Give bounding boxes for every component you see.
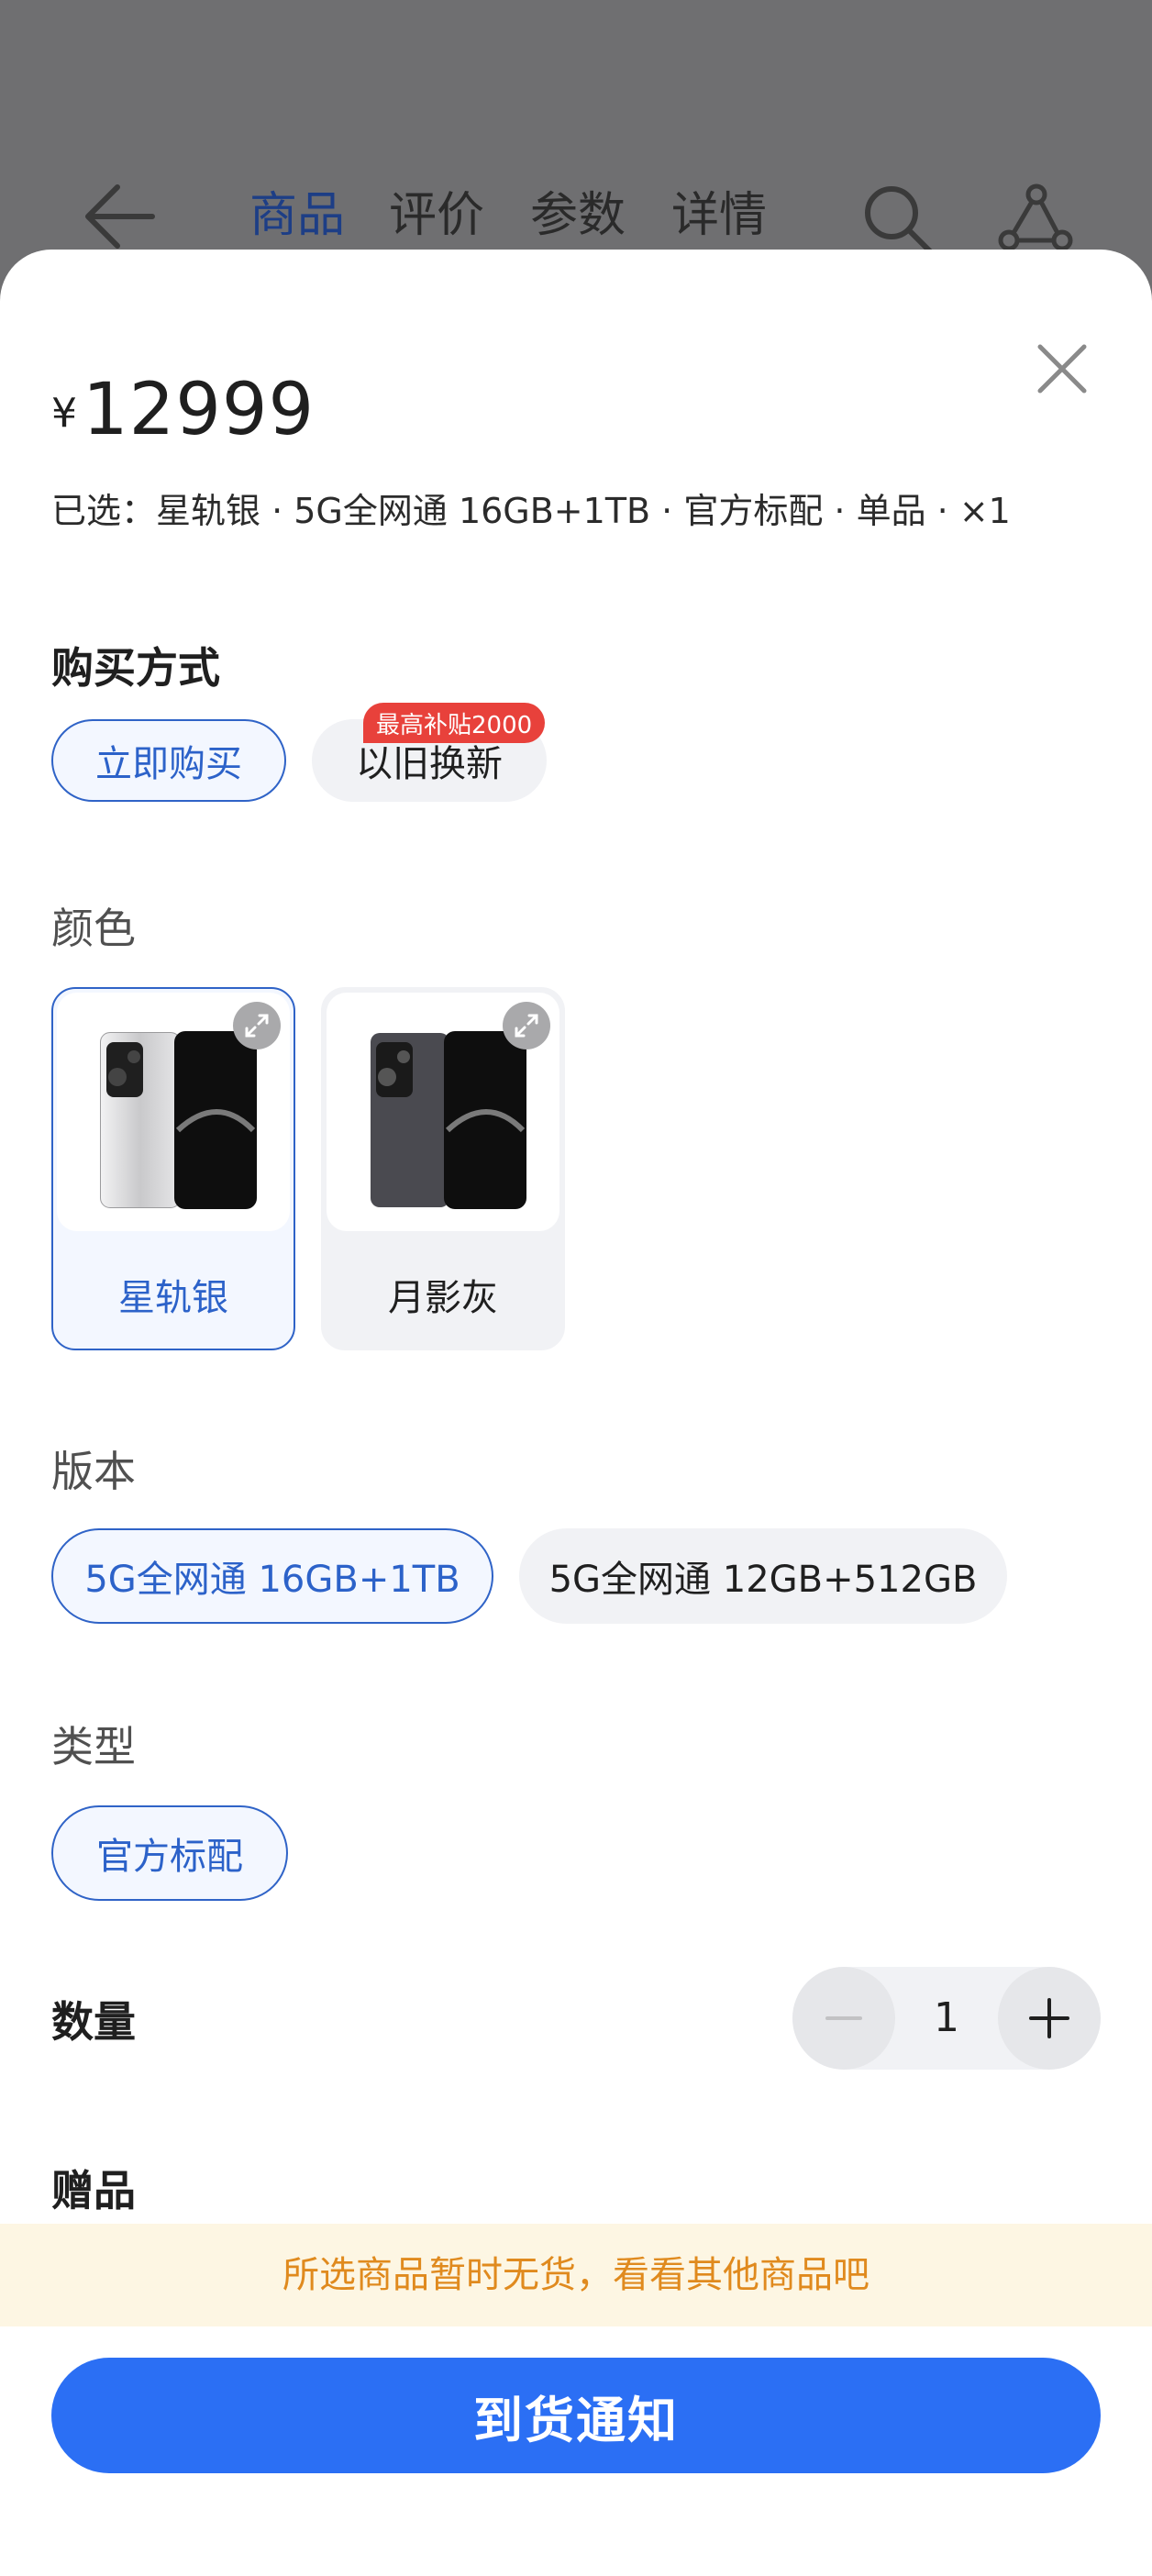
sku-selection-sheet: ¥12999 已选：星轨银 · 5G全网通 16GB+1TB · 官方标配 · … bbox=[0, 250, 1152, 2576]
quantity-title: 数量 bbox=[51, 1997, 136, 2047]
decrease-button[interactable] bbox=[792, 1967, 895, 2070]
expand-image-button[interactable] bbox=[233, 1002, 281, 1049]
price: ¥12999 bbox=[51, 369, 315, 451]
purchase-method-title: 购买方式 bbox=[51, 643, 220, 693]
arrival-notification-button[interactable]: 到货通知 bbox=[51, 2358, 1101, 2473]
expand-icon bbox=[515, 1014, 538, 1038]
color-option-gray[interactable]: 月影灰 bbox=[321, 987, 565, 1350]
out-of-stock-notice: 所选商品暂时无货，看看其他商品吧 bbox=[0, 2224, 1152, 2326]
color-label-silver: 星轨银 bbox=[118, 1277, 228, 1319]
gift-section-title: 赠品 bbox=[51, 2166, 136, 2215]
share-icon[interactable] bbox=[996, 180, 1075, 257]
tab-details[interactable]: 详情 bbox=[671, 183, 767, 248]
color-label-gray: 月影灰 bbox=[388, 1277, 498, 1319]
color-title: 颜色 bbox=[51, 904, 136, 953]
option-buy-now[interactable]: 立即购买 bbox=[51, 719, 286, 802]
selected-summary: 已选：星轨银 · 5G全网通 16GB+1TB · 官方标配 · 单品 · ×1 bbox=[51, 491, 1011, 531]
expand-image-button[interactable] bbox=[503, 1002, 550, 1049]
search-icon[interactable] bbox=[858, 180, 936, 257]
type-title: 类型 bbox=[51, 1722, 136, 1771]
version-option-16gb-1tb[interactable]: 5G全网通 16GB+1TB bbox=[51, 1528, 493, 1624]
plus-icon bbox=[1029, 1998, 1069, 2038]
type-option-standard[interactable]: 官方标配 bbox=[51, 1805, 288, 1901]
color-option-silver[interactable]: 星轨银 bbox=[51, 987, 295, 1350]
expand-icon bbox=[245, 1014, 269, 1038]
version-title: 版本 bbox=[51, 1447, 136, 1496]
tab-reviews[interactable]: 评价 bbox=[389, 183, 484, 248]
subsidy-badge: 最高补贴2000 bbox=[363, 703, 546, 743]
tab-params[interactable]: 参数 bbox=[530, 183, 626, 248]
currency-symbol: ¥ bbox=[51, 390, 77, 437]
quantity-stepper: 1 bbox=[792, 1967, 1101, 2070]
tab-product[interactable]: 商品 bbox=[249, 183, 345, 248]
minus-icon bbox=[825, 2016, 862, 2020]
price-amount: 12999 bbox=[83, 369, 316, 451]
close-icon[interactable] bbox=[1031, 338, 1093, 400]
version-option-12gb-512gb[interactable]: 5G全网通 12GB+512GB bbox=[519, 1528, 1007, 1624]
increase-button[interactable] bbox=[998, 1967, 1101, 2070]
quantity-value[interactable]: 1 bbox=[895, 1967, 998, 2070]
back-arrow-icon[interactable] bbox=[81, 180, 158, 253]
